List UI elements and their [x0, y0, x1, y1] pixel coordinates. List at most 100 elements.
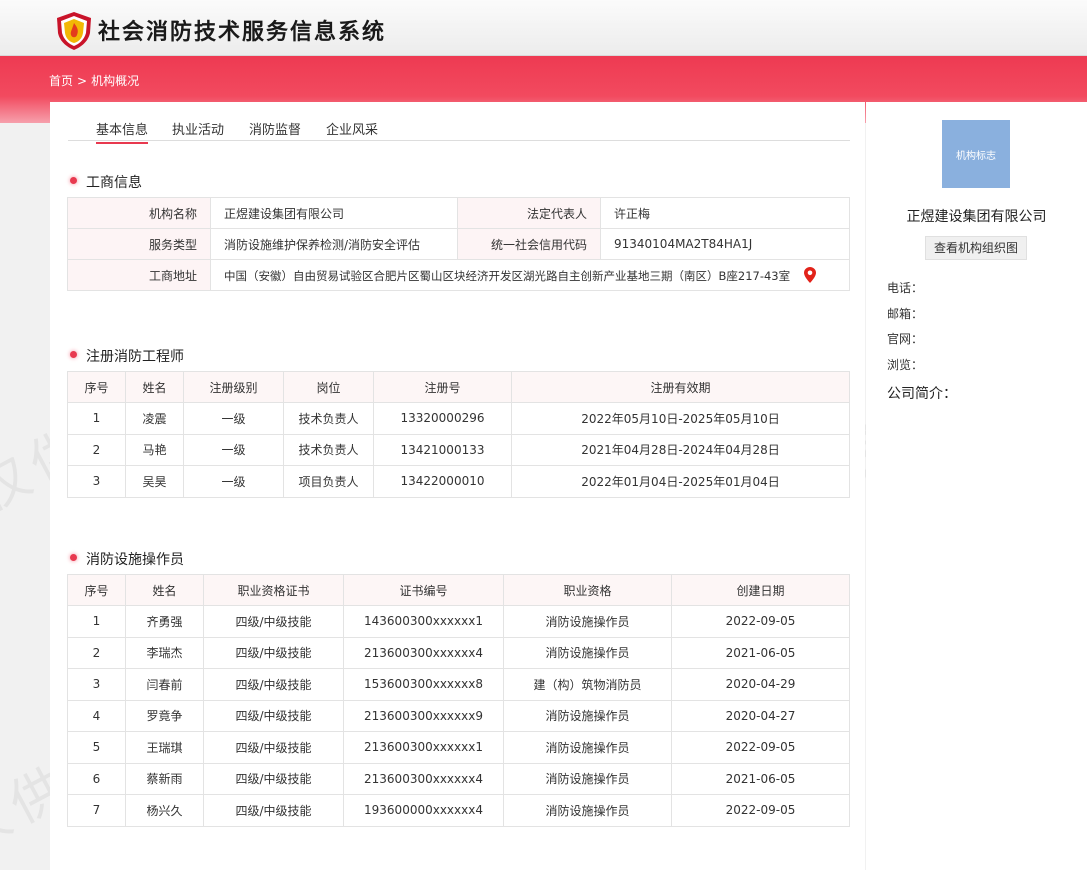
table-row: 3 闫春前 四级/中级技能 153600300xxxxxx8 建（构）筑物消防员…	[67, 668, 850, 701]
table-row: 3 吴昊 一级 项目负责人 13422000010 2022年01月04日-20…	[67, 465, 850, 498]
address-value: 中国（安徽）自由贸易试验区合肥片区蜀山区块经济开发区湖光路自主创新产业基地三期（…	[224, 268, 791, 283]
cell-validity: 2022年01月04日-2025年01月04日	[511, 465, 850, 498]
tab-bar: 基本信息 执业活动 消防监督 企业风采	[68, 119, 850, 144]
table-header-row: 序号 姓名 注册级别 岗位 注册号 注册有效期	[67, 371, 850, 403]
engineers-table: 序号 姓名 注册级别 岗位 注册号 注册有效期 1 凌震 一级 技术负责人 13…	[67, 371, 850, 498]
tab-company-style[interactable]: 企业风采	[326, 119, 378, 142]
cell-qualification: 消防设施操作员	[503, 794, 672, 827]
cell-index: 2	[67, 636, 126, 669]
cell-position: 技术负责人	[283, 433, 374, 466]
cell-name: 蔡新雨	[125, 762, 204, 795]
legal-rep-value: 许正梅	[600, 197, 850, 229]
column-header: 注册有效期	[511, 371, 850, 403]
column-header: 注册级别	[183, 371, 284, 403]
phone-label: 电话：	[887, 281, 924, 295]
cell-index: 3	[67, 668, 126, 701]
main-panel: 基本信息 执业活动 消防监督 企业风采 工商信息 机构名称 正煜建设集团有限公司…	[50, 102, 865, 870]
cell-qualification: 消防设施操作员	[503, 605, 672, 638]
cell-certificate: 四级/中级技能	[203, 762, 344, 795]
cell-reg-no: 13320000296	[373, 402, 512, 435]
business-info-table: 机构名称 正煜建设集团有限公司 法定代表人 许正梅 服务类型 消防设施维护保养检…	[67, 197, 850, 291]
breadcrumb-separator: >	[77, 74, 88, 88]
cell-name: 王瑞琪	[125, 731, 204, 764]
cell-level: 一级	[183, 433, 284, 466]
cell-qualification: 消防设施操作员	[503, 762, 672, 795]
column-header: 序号	[67, 371, 126, 403]
cell-cert-no: 193600000xxxxxx4	[343, 794, 504, 827]
cell-cert-no: 213600300xxxxxx9	[343, 699, 504, 732]
cell-position: 技术负责人	[283, 402, 374, 435]
view-org-chart-button[interactable]: 查看机构组织图	[925, 236, 1027, 260]
column-header: 证书编号	[343, 574, 504, 606]
breadcrumb-home-link[interactable]: 首页	[49, 74, 73, 88]
operators-table: 序号 姓名 职业资格证书 证书编号 职业资格 创建日期 1 齐勇强 四级/中级技…	[67, 574, 850, 827]
cell-created-date: 2020-04-29	[671, 668, 850, 701]
app-title: 社会消防技术服务信息系统	[98, 19, 387, 45]
cell-reg-no: 13422000010	[373, 465, 512, 498]
cell-validity: 2021年04月28日-2024年04月28日	[511, 433, 850, 466]
cell-index: 1	[67, 605, 126, 638]
cell-certificate: 四级/中级技能	[203, 731, 344, 764]
org-logo-text: 机构标志	[956, 150, 996, 162]
cell-name: 闫春前	[125, 668, 204, 701]
shield-logo-icon	[57, 12, 91, 50]
table-row: 服务类型 消防设施维护保养检测/消防安全评估 统一社会信用代码 91340104…	[67, 228, 850, 260]
table-row: 1 凌震 一级 技术负责人 13320000296 2022年05月10日-20…	[67, 402, 850, 435]
cell-name: 杨兴久	[125, 794, 204, 827]
cell-certificate: 四级/中级技能	[203, 636, 344, 669]
service-type-label: 服务类型	[67, 228, 211, 260]
cell-validity: 2022年05月10日-2025年05月10日	[511, 402, 850, 435]
cell-created-date: 2020-04-27	[671, 699, 850, 732]
cell-created-date: 2022-09-05	[671, 605, 850, 638]
cell-created-date: 2022-09-05	[671, 794, 850, 827]
tab-fire-supervision[interactable]: 消防监督	[249, 119, 301, 142]
address-cell: 中国（安徽）自由贸易试验区合肥片区蜀山区块经济开发区湖光路自主创新产业基地三期（…	[210, 259, 850, 291]
table-row: 工商地址 中国（安徽）自由贸易试验区合肥片区蜀山区块经济开发区湖光路自主创新产业…	[67, 259, 850, 291]
cell-index: 6	[67, 762, 126, 795]
cell-name: 齐勇强	[125, 605, 204, 638]
credit-code-label: 统一社会信用代码	[457, 228, 601, 260]
column-header: 姓名	[125, 371, 184, 403]
cell-certificate: 四级/中级技能	[203, 605, 344, 638]
table-row: 1 齐勇强 四级/中级技能 143600300xxxxxx1 消防设施操作员 2…	[67, 605, 850, 638]
map-pin-icon[interactable]	[804, 266, 817, 283]
app-header: 社会消防技术服务信息系统	[0, 0, 1087, 56]
cell-qualification: 消防设施操作员	[503, 699, 672, 732]
table-row: 5 王瑞琪 四级/中级技能 213600300xxxxxx1 消防设施操作员 2…	[67, 731, 850, 764]
cell-name: 李瑞杰	[125, 636, 204, 669]
address-label: 工商地址	[67, 259, 211, 291]
org-name: 正煜建设集团有限公司	[906, 209, 1047, 225]
table-row: 7 杨兴久 四级/中级技能 193600000xxxxxx4 消防设施操作员 2…	[67, 794, 850, 827]
cell-name: 吴昊	[125, 465, 184, 498]
credit-code-value: 91340104MA2T84HA1J	[600, 228, 850, 260]
cell-index: 5	[67, 731, 126, 764]
table-row: 机构名称 正煜建设集团有限公司 法定代表人 许正梅	[67, 197, 850, 229]
cell-index: 7	[67, 794, 126, 827]
tab-practice-activity[interactable]: 执业活动	[172, 119, 224, 142]
cell-created-date: 2022-09-05	[671, 731, 850, 764]
cell-cert-no: 143600300xxxxxx1	[343, 605, 504, 638]
column-header: 职业资格	[503, 574, 672, 606]
breadcrumb-current: 机构概况	[91, 74, 140, 88]
cell-certificate: 四级/中级技能	[203, 794, 344, 827]
column-header: 序号	[67, 574, 126, 606]
cell-reg-no: 13421000133	[373, 433, 512, 466]
column-header: 注册号	[373, 371, 512, 403]
org-name-value: 正煜建设集团有限公司	[210, 197, 458, 229]
views-label: 浏览：	[887, 358, 924, 372]
tab-basic-info[interactable]: 基本信息	[96, 119, 149, 144]
cell-qualification: 消防设施操作员	[503, 636, 672, 669]
business-info-title: 工商信息	[68, 172, 142, 192]
cell-index: 4	[67, 699, 126, 732]
cell-index: 3	[67, 465, 126, 498]
cell-index: 1	[67, 402, 126, 435]
cell-cert-no: 213600300xxxxxx1	[343, 731, 504, 764]
column-header: 创建日期	[671, 574, 850, 606]
table-header-row: 序号 姓名 职业资格证书 证书编号 职业资格 创建日期	[67, 574, 850, 606]
cell-index: 2	[67, 433, 126, 466]
cell-cert-no: 153600300xxxxxx8	[343, 668, 504, 701]
legal-rep-label: 法定代表人	[457, 197, 601, 229]
cell-name: 罗竟争	[125, 699, 204, 732]
table-row: 4 罗竟争 四级/中级技能 213600300xxxxxx9 消防设施操作员 2…	[67, 699, 850, 732]
cell-qualification: 建（构）筑物消防员	[503, 668, 672, 701]
